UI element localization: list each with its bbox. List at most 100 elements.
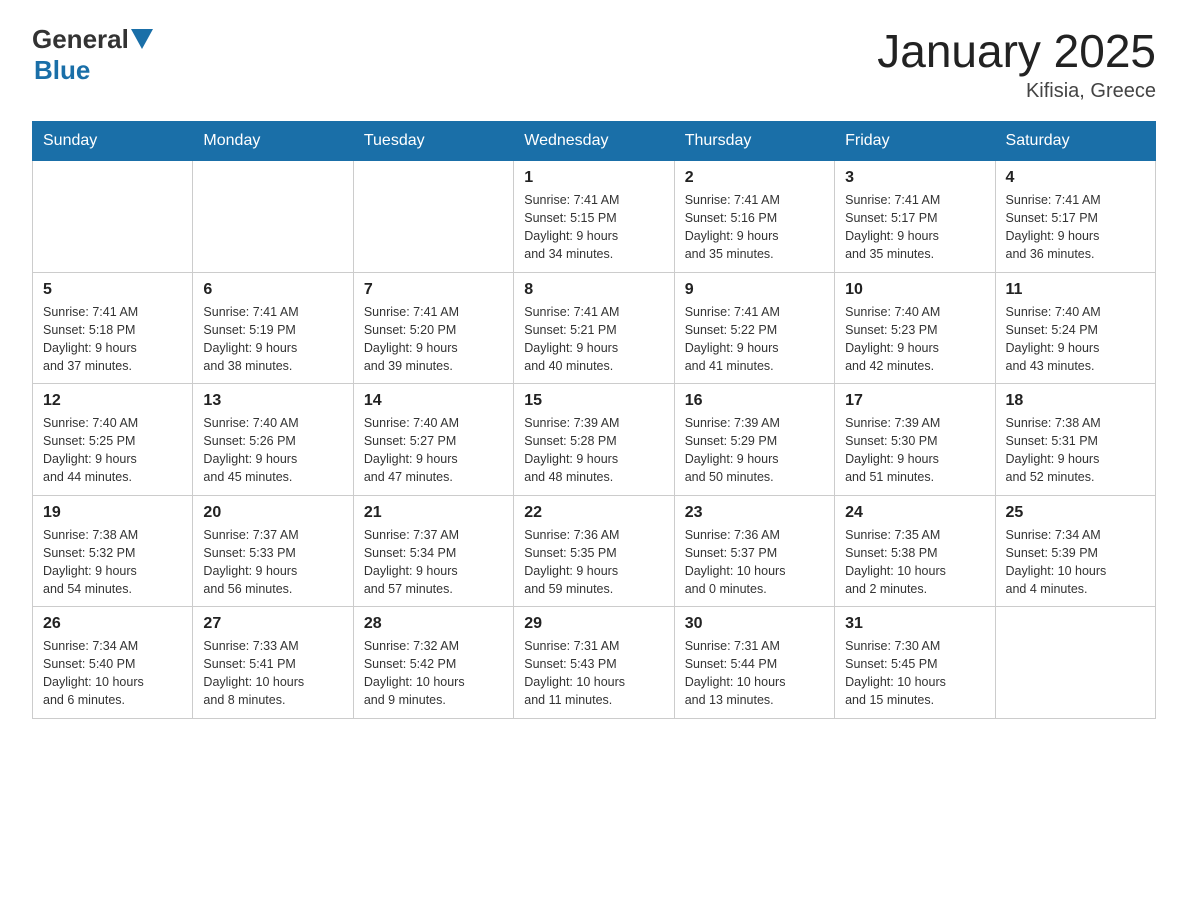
day-info: Sunrise: 7:41 AM Sunset: 5:18 PM Dayligh… <box>43 303 182 376</box>
day-number: 25 <box>1006 504 1145 522</box>
calendar-cell: 2 Sunrise: 7:41 AM Sunset: 5:16 PM Daylig… <box>674 161 834 273</box>
day-number: 15 <box>524 392 663 410</box>
day-number: 16 <box>685 392 824 410</box>
day-info: Sunrise: 7:30 AM Sunset: 5:45 PM Dayligh… <box>845 637 984 710</box>
day-info: Sunrise: 7:39 AM Sunset: 5:28 PM Dayligh… <box>524 414 663 487</box>
calendar-week-row: 1 Sunrise: 7:41 AM Sunset: 5:15 PM Daylig… <box>33 161 1156 273</box>
day-number: 24 <box>845 504 984 522</box>
day-number: 31 <box>845 615 984 633</box>
calendar-cell: 24Sunrise: 7:35 AM Sunset: 5:38 PM Dayli… <box>835 495 995 607</box>
day-info: Sunrise: 7:40 AM Sunset: 5:27 PM Dayligh… <box>364 414 503 487</box>
day-info: Sunrise: 7:38 AM Sunset: 5:31 PM Dayligh… <box>1006 414 1145 487</box>
col-header-monday: Monday <box>193 122 353 161</box>
calendar-cell: 25 Sunrise: 7:34 AM Sunset: 5:39 PM Dayli… <box>995 495 1155 607</box>
day-number: 28 <box>364 615 503 633</box>
day-info: Sunrise: 7:36 AM Sunset: 5:35 PM Dayligh… <box>524 526 663 599</box>
day-info: Sunrise: 7:40 AM Sunset: 5:24 PM Dayligh… <box>1006 303 1145 376</box>
calendar-header-row: SundayMondayTuesdayWednesdayThursdayFrid… <box>33 122 1156 161</box>
day-info: Sunrise: 7:41 AM Sunset: 5:16 PM Dayligh… <box>685 191 824 264</box>
calendar-table: SundayMondayTuesdayWednesdayThursdayFrid… <box>32 121 1156 719</box>
day-info: Sunrise: 7:39 AM Sunset: 5:29 PM Dayligh… <box>685 414 824 487</box>
calendar-cell: 21 Sunrise: 7:37 AM Sunset: 5:34 PM Dayli… <box>353 495 513 607</box>
calendar-cell <box>353 161 513 273</box>
calendar-week-row: 5Sunrise: 7:41 AM Sunset: 5:18 PM Daylig… <box>33 272 1156 384</box>
calendar-cell: 20Sunrise: 7:37 AM Sunset: 5:33 PM Dayli… <box>193 495 353 607</box>
day-number: 17 <box>845 392 984 410</box>
day-number: 18 <box>1006 392 1145 410</box>
day-number: 1 <box>524 169 663 187</box>
calendar-cell: 12 Sunrise: 7:40 AM Sunset: 5:25 PM Dayli… <box>33 384 193 496</box>
calendar-cell: 11 Sunrise: 7:40 AM Sunset: 5:24 PM Dayli… <box>995 272 1155 384</box>
calendar-cell: 13 Sunrise: 7:40 AM Sunset: 5:26 PM Dayli… <box>193 384 353 496</box>
calendar-cell: 26 Sunrise: 7:34 AM Sunset: 5:40 PM Dayli… <box>33 607 193 719</box>
calendar-week-row: 19Sunrise: 7:38 AM Sunset: 5:32 PM Dayli… <box>33 495 1156 607</box>
calendar-cell: 23 Sunrise: 7:36 AM Sunset: 5:37 PM Dayli… <box>674 495 834 607</box>
col-header-sunday: Sunday <box>33 122 193 161</box>
calendar-title: January 2025 <box>877 24 1156 78</box>
day-number: 7 <box>364 281 503 299</box>
day-info: Sunrise: 7:41 AM Sunset: 5:17 PM Dayligh… <box>1006 191 1145 264</box>
calendar-cell: 31 Sunrise: 7:30 AM Sunset: 5:45 PM Dayli… <box>835 607 995 719</box>
day-number: 26 <box>43 615 182 633</box>
day-number: 9 <box>685 281 824 299</box>
calendar-cell: 6Sunrise: 7:41 AM Sunset: 5:19 PM Daylig… <box>193 272 353 384</box>
day-info: Sunrise: 7:40 AM Sunset: 5:23 PM Dayligh… <box>845 303 984 376</box>
day-info: Sunrise: 7:32 AM Sunset: 5:42 PM Dayligh… <box>364 637 503 710</box>
calendar-cell: 5Sunrise: 7:41 AM Sunset: 5:18 PM Daylig… <box>33 272 193 384</box>
calendar-cell: 17Sunrise: 7:39 AM Sunset: 5:30 PM Dayli… <box>835 384 995 496</box>
day-info: Sunrise: 7:41 AM Sunset: 5:20 PM Dayligh… <box>364 303 503 376</box>
calendar-cell: 16 Sunrise: 7:39 AM Sunset: 5:29 PM Dayli… <box>674 384 834 496</box>
calendar-cell: 9 Sunrise: 7:41 AM Sunset: 5:22 PM Daylig… <box>674 272 834 384</box>
calendar-week-row: 26 Sunrise: 7:34 AM Sunset: 5:40 PM Dayli… <box>33 607 1156 719</box>
day-info: Sunrise: 7:31 AM Sunset: 5:44 PM Dayligh… <box>685 637 824 710</box>
calendar-cell: 4 Sunrise: 7:41 AM Sunset: 5:17 PM Daylig… <box>995 161 1155 273</box>
calendar-week-row: 12 Sunrise: 7:40 AM Sunset: 5:25 PM Dayli… <box>33 384 1156 496</box>
day-info: Sunrise: 7:33 AM Sunset: 5:41 PM Dayligh… <box>203 637 342 710</box>
logo-triangle-icon <box>131 29 153 49</box>
day-number: 20 <box>203 504 342 522</box>
calendar-cell: 28 Sunrise: 7:32 AM Sunset: 5:42 PM Dayli… <box>353 607 513 719</box>
day-number: 12 <box>43 392 182 410</box>
calendar-cell: 15 Sunrise: 7:39 AM Sunset: 5:28 PM Dayli… <box>514 384 674 496</box>
calendar-cell: 3Sunrise: 7:41 AM Sunset: 5:17 PM Daylig… <box>835 161 995 273</box>
calendar-cell: 1 Sunrise: 7:41 AM Sunset: 5:15 PM Daylig… <box>514 161 674 273</box>
day-number: 2 <box>685 169 824 187</box>
day-number: 14 <box>364 392 503 410</box>
col-header-wednesday: Wednesday <box>514 122 674 161</box>
calendar-title-area: January 2025 Kifisia, Greece <box>877 24 1156 103</box>
day-number: 6 <box>203 281 342 299</box>
day-number: 22 <box>524 504 663 522</box>
calendar-cell: 27 Sunrise: 7:33 AM Sunset: 5:41 PM Dayli… <box>193 607 353 719</box>
day-number: 13 <box>203 392 342 410</box>
day-info: Sunrise: 7:38 AM Sunset: 5:32 PM Dayligh… <box>43 526 182 599</box>
day-number: 4 <box>1006 169 1145 187</box>
day-info: Sunrise: 7:41 AM Sunset: 5:22 PM Dayligh… <box>685 303 824 376</box>
day-info: Sunrise: 7:41 AM Sunset: 5:17 PM Dayligh… <box>845 191 984 264</box>
page-header: General Blue January 2025 Kifisia, Greec… <box>32 24 1156 103</box>
day-number: 27 <box>203 615 342 633</box>
day-info: Sunrise: 7:34 AM Sunset: 5:40 PM Dayligh… <box>43 637 182 710</box>
logo: General Blue <box>32 24 153 86</box>
calendar-cell <box>33 161 193 273</box>
day-info: Sunrise: 7:41 AM Sunset: 5:15 PM Dayligh… <box>524 191 663 264</box>
day-number: 21 <box>364 504 503 522</box>
day-number: 10 <box>845 281 984 299</box>
day-info: Sunrise: 7:41 AM Sunset: 5:21 PM Dayligh… <box>524 303 663 376</box>
logo-blue-text: Blue <box>34 55 90 85</box>
calendar-cell: 30Sunrise: 7:31 AM Sunset: 5:44 PM Dayli… <box>674 607 834 719</box>
day-info: Sunrise: 7:37 AM Sunset: 5:34 PM Dayligh… <box>364 526 503 599</box>
day-info: Sunrise: 7:36 AM Sunset: 5:37 PM Dayligh… <box>685 526 824 599</box>
day-info: Sunrise: 7:40 AM Sunset: 5:25 PM Dayligh… <box>43 414 182 487</box>
day-info: Sunrise: 7:40 AM Sunset: 5:26 PM Dayligh… <box>203 414 342 487</box>
day-number: 23 <box>685 504 824 522</box>
day-info: Sunrise: 7:34 AM Sunset: 5:39 PM Dayligh… <box>1006 526 1145 599</box>
calendar-cell: 22 Sunrise: 7:36 AM Sunset: 5:35 PM Dayli… <box>514 495 674 607</box>
day-number: 29 <box>524 615 663 633</box>
calendar-cell: 19Sunrise: 7:38 AM Sunset: 5:32 PM Dayli… <box>33 495 193 607</box>
col-header-saturday: Saturday <box>995 122 1155 161</box>
col-header-friday: Friday <box>835 122 995 161</box>
day-number: 11 <box>1006 281 1145 299</box>
logo-general-text: General <box>32 24 129 55</box>
calendar-cell: 14 Sunrise: 7:40 AM Sunset: 5:27 PM Dayli… <box>353 384 513 496</box>
calendar-cell: 18 Sunrise: 7:38 AM Sunset: 5:31 PM Dayli… <box>995 384 1155 496</box>
